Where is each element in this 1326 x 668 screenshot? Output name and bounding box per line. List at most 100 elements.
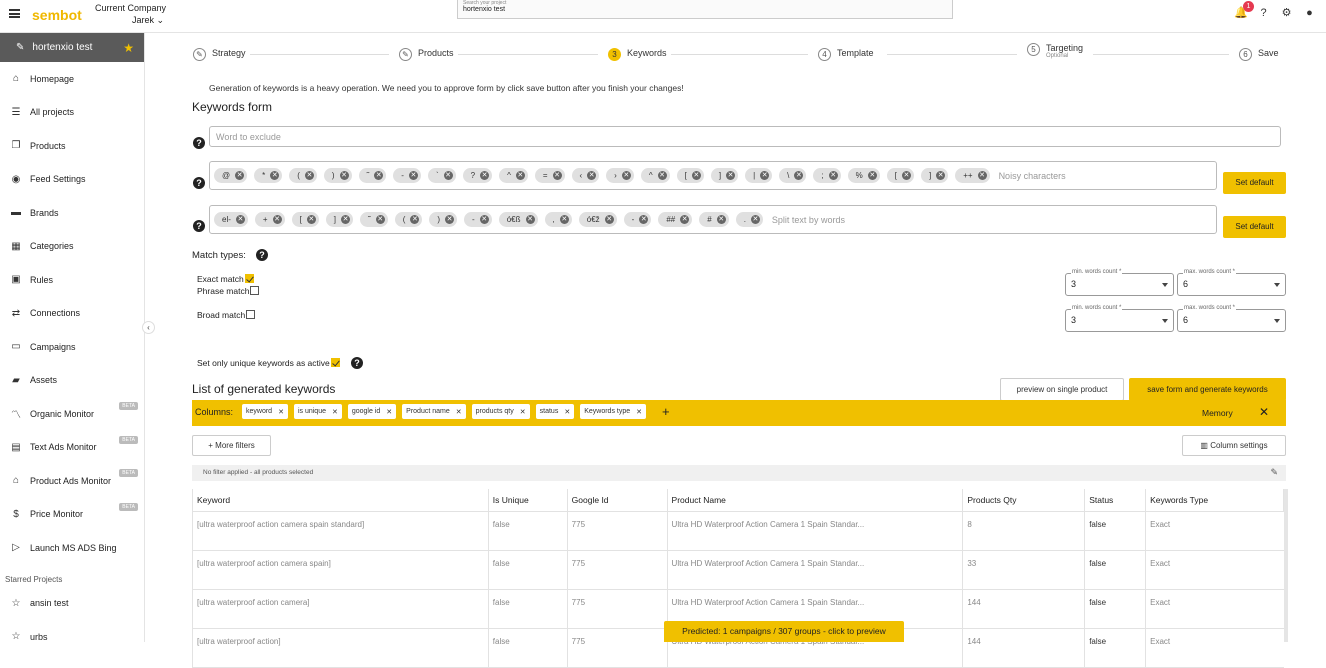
column-chip[interactable]: Product name ✕ — [402, 404, 466, 419]
current-project[interactable]: ✎ hortenxio test ★ — [0, 33, 144, 62]
chip[interactable]: ) ✕ — [429, 212, 458, 227]
chip[interactable]: , ✕ — [544, 212, 572, 227]
chip[interactable]: ++ ✕ — [955, 168, 990, 183]
remove-chip-icon[interactable]: ✕ — [828, 171, 838, 180]
phrase-match-checkbox[interactable] — [250, 286, 260, 296]
unique-keywords-checkbox[interactable] — [330, 358, 340, 368]
memory-label[interactable]: Memory — [1202, 408, 1233, 418]
column-chip[interactable]: status ✕ — [535, 404, 575, 419]
remove-chip-icon[interactable]: ✕ — [587, 171, 597, 180]
starred-project[interactable]: ☆ urbs — [0, 620, 144, 654]
chip[interactable]: ] ✕ — [920, 168, 949, 183]
table-row[interactable]: [ultra waterproof action camera spain] fa… — [192, 550, 1284, 590]
sidebar-item[interactable]: ⌂ Product Ads Monitor BETA — [0, 464, 144, 498]
column-settings-button[interactable]: ▥ Column settings — [1182, 435, 1286, 456]
column-chip[interactable]: google id ✕ — [347, 404, 397, 419]
remove-chip-icon[interactable]: ✕ — [443, 171, 453, 180]
close-icon[interactable]: ✕ — [456, 408, 462, 416]
chip[interactable]: ` ✕ — [427, 168, 456, 183]
sidebar-item[interactable]: ▤ Text Ads Monitor BETA — [0, 431, 144, 465]
sidebar-item[interactable]: ⌂ Homepage — [0, 62, 144, 96]
remove-chip-icon[interactable]: ✕ — [480, 171, 490, 180]
chip[interactable]: ó€ß ✕ — [498, 212, 538, 227]
chip[interactable]: ? ✕ — [462, 168, 493, 183]
remove-chip-icon[interactable]: ✕ — [936, 171, 946, 180]
split-words-input[interactable]: el- ✕ + ✕[✕] ✕ ˜ ✕(✕) ✕ - ✕ ó€ß ✕, ✕ ó€ž ✕ - ✕ ## ✕ # ✕. ✕ Spl… — [209, 205, 1217, 234]
remove-chip-icon[interactable]: ✕ — [272, 215, 282, 224]
chip[interactable]: ^ ✕ — [640, 168, 670, 183]
table-header[interactable]: Keyword — [192, 489, 489, 512]
chip[interactable]: ^ ✕ — [499, 168, 528, 183]
bell-icon[interactable]: 🔔 1 — [1234, 1, 1254, 20]
table-scrollbar[interactable] — [1284, 489, 1288, 642]
close-icon[interactable]: ✕ — [278, 408, 284, 416]
chip[interactable]: ˜ ✕ — [358, 168, 387, 183]
star-icon[interactable]: ★ — [123, 41, 134, 55]
step-template[interactable]: 4 Template — [818, 48, 878, 61]
set-default-split-button[interactable]: Set default — [1223, 216, 1286, 238]
sidebar-item[interactable]: ▦ Categories — [0, 230, 144, 264]
remove-chip-icon[interactable]: ✕ — [410, 215, 420, 224]
chip[interactable]: ) ✕ — [323, 168, 352, 183]
starred-project[interactable]: ☆ ansin test — [0, 587, 144, 621]
chip[interactable]: % ✕ — [847, 168, 880, 183]
unique-keywords-option[interactable]: Set only unique keywords as active — [197, 358, 340, 368]
project-search-input[interactable]: Search your project hortenxio test — [457, 0, 953, 19]
chip[interactable]: - ✕ — [393, 168, 421, 183]
table-header[interactable]: Is Unique — [487, 489, 568, 512]
remove-chip-icon[interactable]: ✕ — [552, 171, 562, 180]
remove-chip-icon[interactable]: ✕ — [304, 171, 314, 180]
table-header[interactable]: Keywords Type — [1145, 489, 1284, 512]
predicted-campaigns-button[interactable]: Predicted: 1 campaigns / 307 groups - cl… — [664, 621, 904, 642]
step-save[interactable]: 6 Save — [1239, 48, 1283, 61]
sidebar-item[interactable]: ❐ Products — [0, 129, 144, 163]
sidebar-item[interactable]: ▷ Launch MS ADS Bing — [0, 531, 144, 565]
remove-chip-icon[interactable]: ✕ — [445, 215, 455, 224]
chip[interactable]: \ ✕ — [779, 168, 807, 183]
sidebar-item[interactable]: ◉ Feed Settings — [0, 163, 144, 197]
step-targeting[interactable]: 5 Targeting Optional — [1027, 43, 1088, 59]
remove-chip-icon[interactable]: ✕ — [341, 215, 351, 224]
remove-chip-icon[interactable]: ✕ — [559, 215, 569, 224]
preview-single-product-button[interactable]: preview on single product — [1000, 378, 1124, 401]
remove-chip-icon[interactable]: ✕ — [235, 171, 245, 180]
chip[interactable]: [✕ — [886, 168, 914, 183]
sidebar-item[interactable]: 〽 Organic Monitor BETA — [0, 397, 144, 431]
sidebar-item[interactable]: ▭ Campaigns — [0, 330, 144, 364]
table-header[interactable]: Status — [1084, 489, 1147, 512]
broad-match-option[interactable]: Broad match — [197, 310, 256, 320]
remove-chip-icon[interactable]: ✕ — [657, 171, 667, 180]
chip[interactable]: ; ✕ — [813, 168, 841, 183]
min-words-select-2[interactable]: min. words count * 3 — [1065, 305, 1174, 332]
chip[interactable]: (✕ — [394, 212, 423, 227]
set-default-noisy-button[interactable]: Set default — [1223, 172, 1286, 194]
sidebar-item[interactable]: $ Price Monitor BETA — [0, 498, 144, 532]
gear-icon[interactable]: ⚙ — [1280, 7, 1293, 20]
max-words-select-1[interactable]: max. words count * 6 — [1177, 269, 1286, 296]
help-icon[interactable]: ? — [256, 249, 268, 261]
remove-chip-icon[interactable]: ✕ — [867, 171, 877, 180]
chip[interactable]: . ✕ — [735, 212, 763, 227]
step-products[interactable]: ✎ Products — [399, 48, 458, 61]
sidebar-item[interactable]: ☰ All projects — [0, 96, 144, 130]
close-icon[interactable]: ✕ — [520, 408, 526, 416]
word-to-exclude-input[interactable]: Word to exclude — [209, 126, 1281, 147]
chip[interactable]: - ✕ — [623, 212, 652, 227]
table-header[interactable]: Product Name — [666, 489, 964, 512]
remove-chip-icon[interactable]: ✕ — [716, 215, 726, 224]
table-header[interactable]: Products Qty — [962, 489, 1086, 512]
chip[interactable]: [✕ — [676, 168, 704, 183]
exact-match-checkbox[interactable] — [244, 274, 254, 284]
sidebar-item[interactable]: ▰ Assets — [0, 364, 144, 398]
noisy-characters-input[interactable]: @ ✕ * ✕(✕) ✕ ˜ ✕ - ✕ ` ✕? ✕ ^ ✕ = ✕ ‹ ✕ › ✕ ^ ✕[✕] ✕ | ✕ \ ✕; ✕% ✕[✕… — [209, 161, 1217, 190]
chip[interactable]: # ✕ — [699, 212, 729, 227]
chip[interactable]: › ✕ — [606, 168, 634, 183]
remove-chip-icon[interactable]: ✕ — [306, 215, 316, 224]
chip[interactable]: ‹ ✕ — [571, 168, 600, 183]
phrase-match-option[interactable]: Phrase match — [197, 286, 260, 296]
close-icon[interactable]: ✕ — [564, 408, 570, 416]
min-words-select-1[interactable]: min. words count * 3 — [1065, 269, 1174, 296]
remove-chip-icon[interactable]: ✕ — [339, 171, 349, 180]
step-keywords[interactable]: 3 Keywords — [608, 48, 671, 61]
remove-chip-icon[interactable]: ✕ — [270, 171, 280, 180]
